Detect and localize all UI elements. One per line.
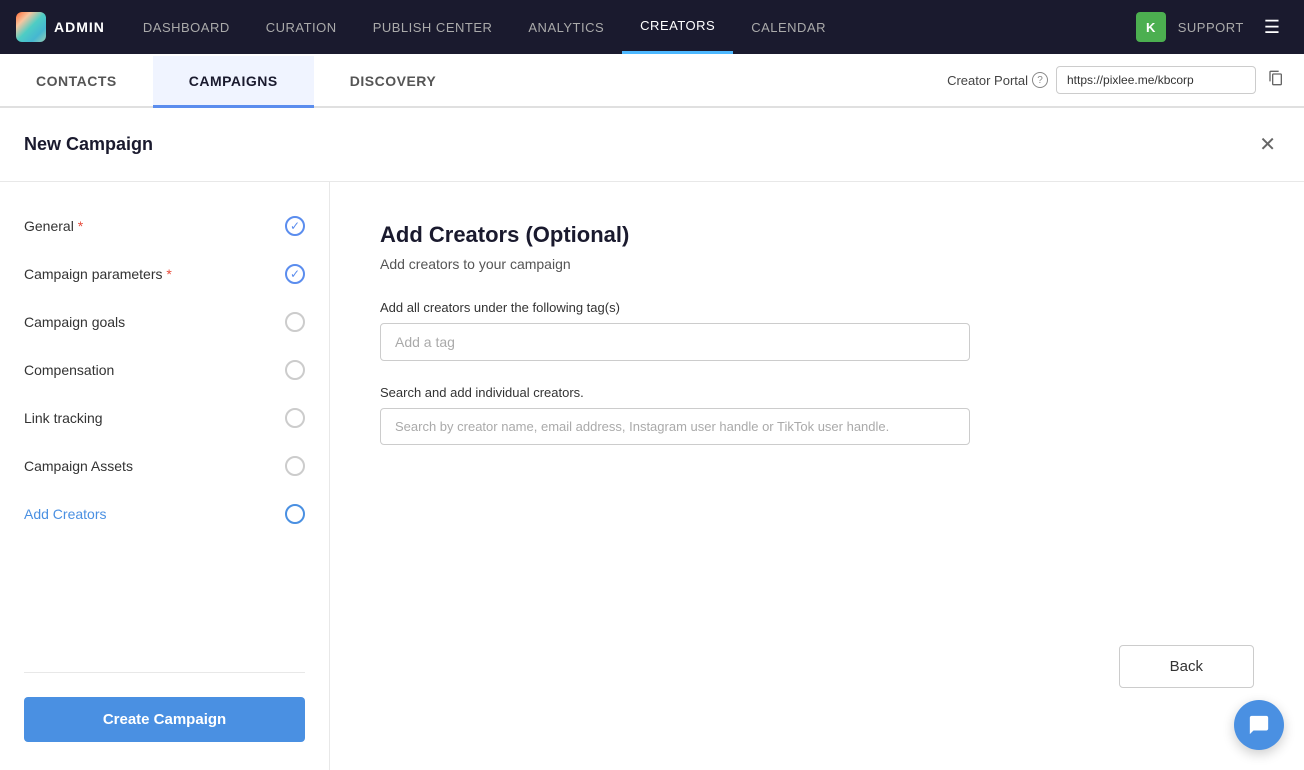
form-actions: Back — [380, 645, 1254, 688]
creator-search-input[interactable] — [380, 408, 970, 445]
logo-icon — [16, 12, 46, 42]
sidebar-status-assets — [285, 456, 305, 476]
close-button[interactable]: ✕ — [1255, 128, 1280, 161]
nav-calendar[interactable]: CALENDAR — [733, 0, 844, 54]
portal-url: https://pixlee.me/kbcorp — [1056, 66, 1256, 94]
sidebar-item-add-creators[interactable]: Add Creators — [0, 490, 329, 538]
campaign-title: New Campaign — [24, 134, 153, 155]
tab-contacts[interactable]: CONTACTS — [0, 56, 153, 108]
sidebar-label-campaign-parameters: Campaign parameters * — [24, 266, 172, 282]
main-content: New Campaign ✕ General * ✓ Campaign para… — [0, 108, 1304, 770]
sidebar-label-compensation: Compensation — [24, 362, 114, 378]
form-section-subtitle: Add creators to your campaign — [380, 256, 1254, 272]
creator-portal-label: Creator Portal ? — [947, 72, 1048, 88]
campaign-panel: New Campaign ✕ General * ✓ Campaign para… — [0, 108, 1304, 770]
sidebar-item-campaign-parameters[interactable]: Campaign parameters * ✓ — [0, 250, 329, 298]
menu-button[interactable]: ☰ — [1256, 13, 1288, 42]
tabs-bar: CONTACTS CAMPAIGNS DISCOVERY Creator Por… — [0, 54, 1304, 108]
sidebar: General * ✓ Campaign parameters * ✓ Camp… — [0, 182, 330, 770]
sidebar-status-add-creators — [285, 504, 305, 524]
nav-dashboard[interactable]: DASHBOARD — [125, 0, 248, 54]
nav-right: K SUPPORT ☰ — [1136, 12, 1288, 42]
nav-curation[interactable]: CURATION — [248, 0, 355, 54]
sidebar-status-parameters: ✓ — [285, 264, 305, 284]
sidebar-item-link-tracking[interactable]: Link tracking — [0, 394, 329, 442]
sidebar-item-compensation[interactable]: Compensation — [0, 346, 329, 394]
sidebar-item-general[interactable]: General * ✓ — [0, 202, 329, 250]
sidebar-item-campaign-goals[interactable]: Campaign goals — [0, 298, 329, 346]
campaign-body: General * ✓ Campaign parameters * ✓ Camp… — [0, 182, 1304, 770]
copy-button[interactable] — [1264, 66, 1288, 95]
creator-portal-section: Creator Portal ? https://pixlee.me/kbcor… — [947, 54, 1304, 106]
support-link[interactable]: SUPPORT — [1178, 20, 1244, 35]
sidebar-label-add-creators: Add Creators — [24, 506, 106, 522]
back-button[interactable]: Back — [1119, 645, 1254, 688]
tag-input[interactable] — [380, 323, 970, 361]
form-section-title: Add Creators (Optional) — [380, 222, 1254, 248]
sidebar-items: General * ✓ Campaign parameters * ✓ Camp… — [0, 202, 329, 656]
avatar: K — [1136, 12, 1166, 42]
sidebar-divider — [24, 672, 305, 673]
form-area: Add Creators (Optional) Add creators to … — [330, 182, 1304, 770]
sidebar-status-link-tracking — [285, 408, 305, 428]
top-nav: ADMIN DASHBOARD CURATION PUBLISH CENTER … — [0, 0, 1304, 54]
sidebar-status-compensation — [285, 360, 305, 380]
tag-field-label: Add all creators under the following tag… — [380, 300, 1254, 315]
logo[interactable]: ADMIN — [16, 12, 105, 42]
sidebar-label-campaign-goals: Campaign goals — [24, 314, 125, 330]
sidebar-label-link-tracking: Link tracking — [24, 410, 103, 426]
nav-analytics[interactable]: ANALYTICS — [510, 0, 622, 54]
floating-chat-button[interactable] — [1234, 700, 1284, 750]
nav-items: DASHBOARD CURATION PUBLISH CENTER ANALYT… — [125, 0, 1136, 54]
tab-discovery[interactable]: DISCOVERY — [314, 56, 472, 108]
sidebar-status-goals — [285, 312, 305, 332]
sidebar-item-campaign-assets[interactable]: Campaign Assets — [0, 442, 329, 490]
sidebar-label-campaign-assets: Campaign Assets — [24, 458, 133, 474]
create-campaign-button[interactable]: Create Campaign — [24, 697, 305, 742]
nav-creators[interactable]: CREATORS — [622, 0, 733, 54]
search-field-label: Search and add individual creators. — [380, 385, 1254, 400]
nav-publish-center[interactable]: PUBLISH CENTER — [355, 0, 511, 54]
tab-campaigns[interactable]: CAMPAIGNS — [153, 56, 314, 108]
help-icon[interactable]: ? — [1032, 72, 1048, 88]
sidebar-label-general: General * — [24, 218, 83, 234]
logo-text: ADMIN — [54, 19, 105, 35]
campaign-header: New Campaign ✕ — [0, 108, 1304, 182]
sidebar-status-general: ✓ — [285, 216, 305, 236]
